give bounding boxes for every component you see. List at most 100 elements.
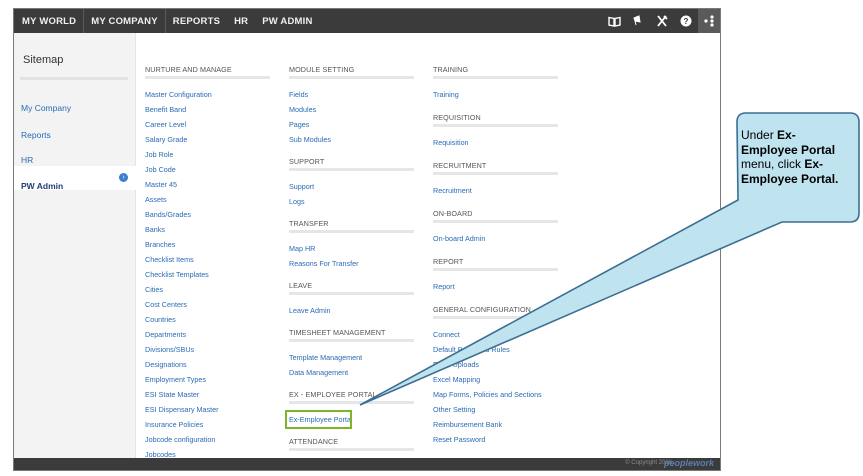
- tools-icon[interactable]: [650, 9, 674, 33]
- section-divider: [289, 230, 414, 233]
- link-other-setting[interactable]: Other Setting: [433, 405, 475, 414]
- sidebar-divider: [20, 77, 128, 80]
- callout-text: Under Ex-Employee Portal menu, click Ex-…: [741, 128, 851, 186]
- brand-logo: peoplework: [663, 458, 714, 468]
- sitemap-sidebar: Sitemap My Company Reports HR PW Admin ›: [14, 33, 136, 470]
- link-support[interactable]: Support: [289, 182, 314, 191]
- section-heading-recruitment: RECRUITMENT: [433, 161, 487, 170]
- column-module-setting: MODULE SETTING Fields Modules Pages Sub Modu…: [285, 33, 429, 470]
- nav-my-company[interactable]: MY COMPANY: [84, 9, 166, 33]
- section-heading-transfer: TRANSFER: [289, 219, 329, 228]
- section-heading-ex-employee-portal: EX - EMPLOYEE PORTAL: [289, 390, 377, 399]
- section-divider: [289, 401, 414, 404]
- column-training: TRAINING Training REQUISITION Requisition RE…: [433, 33, 573, 470]
- link-employment-types[interactable]: Employment Types: [145, 375, 206, 384]
- link-cities[interactable]: Cities: [145, 285, 163, 294]
- link-departments[interactable]: Departments: [145, 330, 186, 339]
- link-divisions-sbus[interactable]: Divisions/SBUs: [145, 345, 194, 354]
- megaphone-icon[interactable]: [626, 9, 650, 33]
- svg-text:?: ?: [684, 17, 689, 26]
- link-pages[interactable]: Pages: [289, 120, 309, 129]
- link-data-management[interactable]: Data Management: [289, 368, 348, 377]
- sidebar-item-reports[interactable]: Reports: [21, 130, 51, 140]
- link-esi-state-master[interactable]: ESI State Master: [145, 390, 199, 399]
- nav-hr[interactable]: HR: [227, 9, 255, 33]
- section-heading-requisition: REQUISITION: [433, 113, 481, 122]
- link-requisition[interactable]: Requisition: [433, 138, 469, 147]
- nav-my-world[interactable]: MY WORLD: [14, 9, 85, 33]
- link-default-password-rules[interactable]: Default Password Rules: [433, 345, 510, 354]
- section-heading-training: TRAINING: [433, 65, 469, 74]
- link-cost-centers[interactable]: Cost Centers: [145, 300, 187, 309]
- section-heading-module-setting: MODULE SETTING: [289, 65, 355, 74]
- sidebar-item-my-company[interactable]: My Company: [21, 103, 71, 113]
- link-countries[interactable]: Countries: [145, 315, 176, 324]
- link-modules[interactable]: Modules: [289, 105, 316, 114]
- link-bands-grades[interactable]: Bands/Grades: [145, 210, 191, 219]
- link-report[interactable]: Report: [433, 282, 455, 291]
- section-divider: [289, 448, 414, 451]
- section-divider: [289, 76, 414, 79]
- section-divider: [433, 76, 558, 79]
- link-esi-dispensary-master[interactable]: ESI Dispensary Master: [145, 405, 219, 414]
- link-map-hr[interactable]: Map HR: [289, 244, 315, 253]
- link-jobcode-configuration[interactable]: Jobcode configuration: [145, 435, 215, 444]
- link-logs[interactable]: Logs: [289, 197, 305, 206]
- link-reimbursement-bank[interactable]: Reimbursement Bank: [433, 420, 502, 429]
- app-window: MY WORLD MY COMPANY REPORTS HR PW ADMIN …: [13, 8, 721, 471]
- link-checklist-templates[interactable]: Checklist Templates: [145, 270, 209, 279]
- link-job-code[interactable]: Job Code: [145, 165, 176, 174]
- section-heading-timesheet-management: TIMESHEET MANAGEMENT: [289, 328, 386, 337]
- link-assets[interactable]: Assets: [145, 195, 167, 204]
- link-banks[interactable]: Banks: [145, 225, 165, 234]
- column-nurture-and-manage: NURTURE AND MANAGE Master Configuration Be…: [145, 33, 285, 470]
- callout-line1-plain: Under: [741, 128, 778, 142]
- section-divider: [433, 268, 558, 271]
- chevron-right-icon[interactable]: ›: [119, 173, 128, 182]
- link-designations[interactable]: Designations: [145, 360, 187, 369]
- ex-employee-portal-highlight: [285, 410, 352, 429]
- help-icon[interactable]: ?: [674, 9, 698, 33]
- link-sub-modules[interactable]: Sub Modules: [289, 135, 331, 144]
- nav-pw-admin[interactable]: PW ADMIN: [255, 9, 319, 33]
- link-benefit-band[interactable]: Benefit Band: [145, 105, 186, 114]
- link-job-role[interactable]: Job Role: [145, 150, 173, 159]
- section-heading-attendance: ATTENDANCE: [289, 437, 339, 446]
- link-training[interactable]: Training: [433, 90, 459, 99]
- link-excel-uploads[interactable]: Excel Uploads: [433, 360, 479, 369]
- share-icon[interactable]: [698, 9, 720, 33]
- section-divider: [145, 76, 270, 79]
- link-salary-grade[interactable]: Salary Grade: [145, 135, 187, 144]
- sidebar-item-hr[interactable]: HR: [21, 155, 33, 165]
- section-divider: [433, 124, 558, 127]
- link-career-level[interactable]: Career Level: [145, 120, 186, 129]
- link-leave-admin[interactable]: Leave Admin: [289, 306, 331, 315]
- sidebar-item-pw-admin[interactable]: PW Admin: [21, 181, 63, 191]
- section-heading-support: SUPPORT: [289, 157, 325, 166]
- link-map-forms-policies-and-sections[interactable]: Map Forms, Policies and Sections: [433, 390, 542, 399]
- section-heading-general-configuration: GENERAL CONFIGURATION: [433, 305, 531, 314]
- nav-reports[interactable]: REPORTS: [166, 9, 227, 33]
- section-divider: [433, 316, 558, 319]
- link-fields[interactable]: Fields: [289, 90, 308, 99]
- link-checklist-items[interactable]: Checklist Items: [145, 255, 194, 264]
- link-branches[interactable]: Branches: [145, 240, 175, 249]
- link-connect[interactable]: Connect: [433, 330, 460, 339]
- link-insurance-policies[interactable]: Insurance Policies: [145, 420, 203, 429]
- link-reset-password[interactable]: Reset Password: [433, 435, 485, 444]
- link-excel-mapping[interactable]: Excel Mapping: [433, 375, 480, 384]
- link-master-configuration[interactable]: Master Configuration: [145, 90, 212, 99]
- callout-line2-plain: menu, click: [741, 157, 805, 171]
- section-heading-on-board: ON-BOARD: [433, 209, 473, 218]
- section-heading-leave: LEAVE: [289, 281, 313, 290]
- link-recruitment[interactable]: Recruitment: [433, 186, 472, 195]
- link-on-board-admin[interactable]: On-board Admin: [433, 234, 485, 243]
- footer-bar: © Copyright 2016 peoplework: [14, 458, 720, 470]
- link-master-45[interactable]: Master 45: [145, 180, 177, 189]
- book-icon[interactable]: [602, 9, 626, 33]
- link-reasons-for-transfer[interactable]: Reasons For Transfer: [289, 259, 359, 268]
- section-heading-report: REPORT: [433, 257, 464, 266]
- main-nav: MY WORLD MY COMPANY REPORTS HR PW ADMIN: [14, 9, 320, 33]
- link-template-management[interactable]: Template Management: [289, 353, 362, 362]
- section-heading-nurture-and-manage: NURTURE AND MANAGE: [145, 65, 232, 74]
